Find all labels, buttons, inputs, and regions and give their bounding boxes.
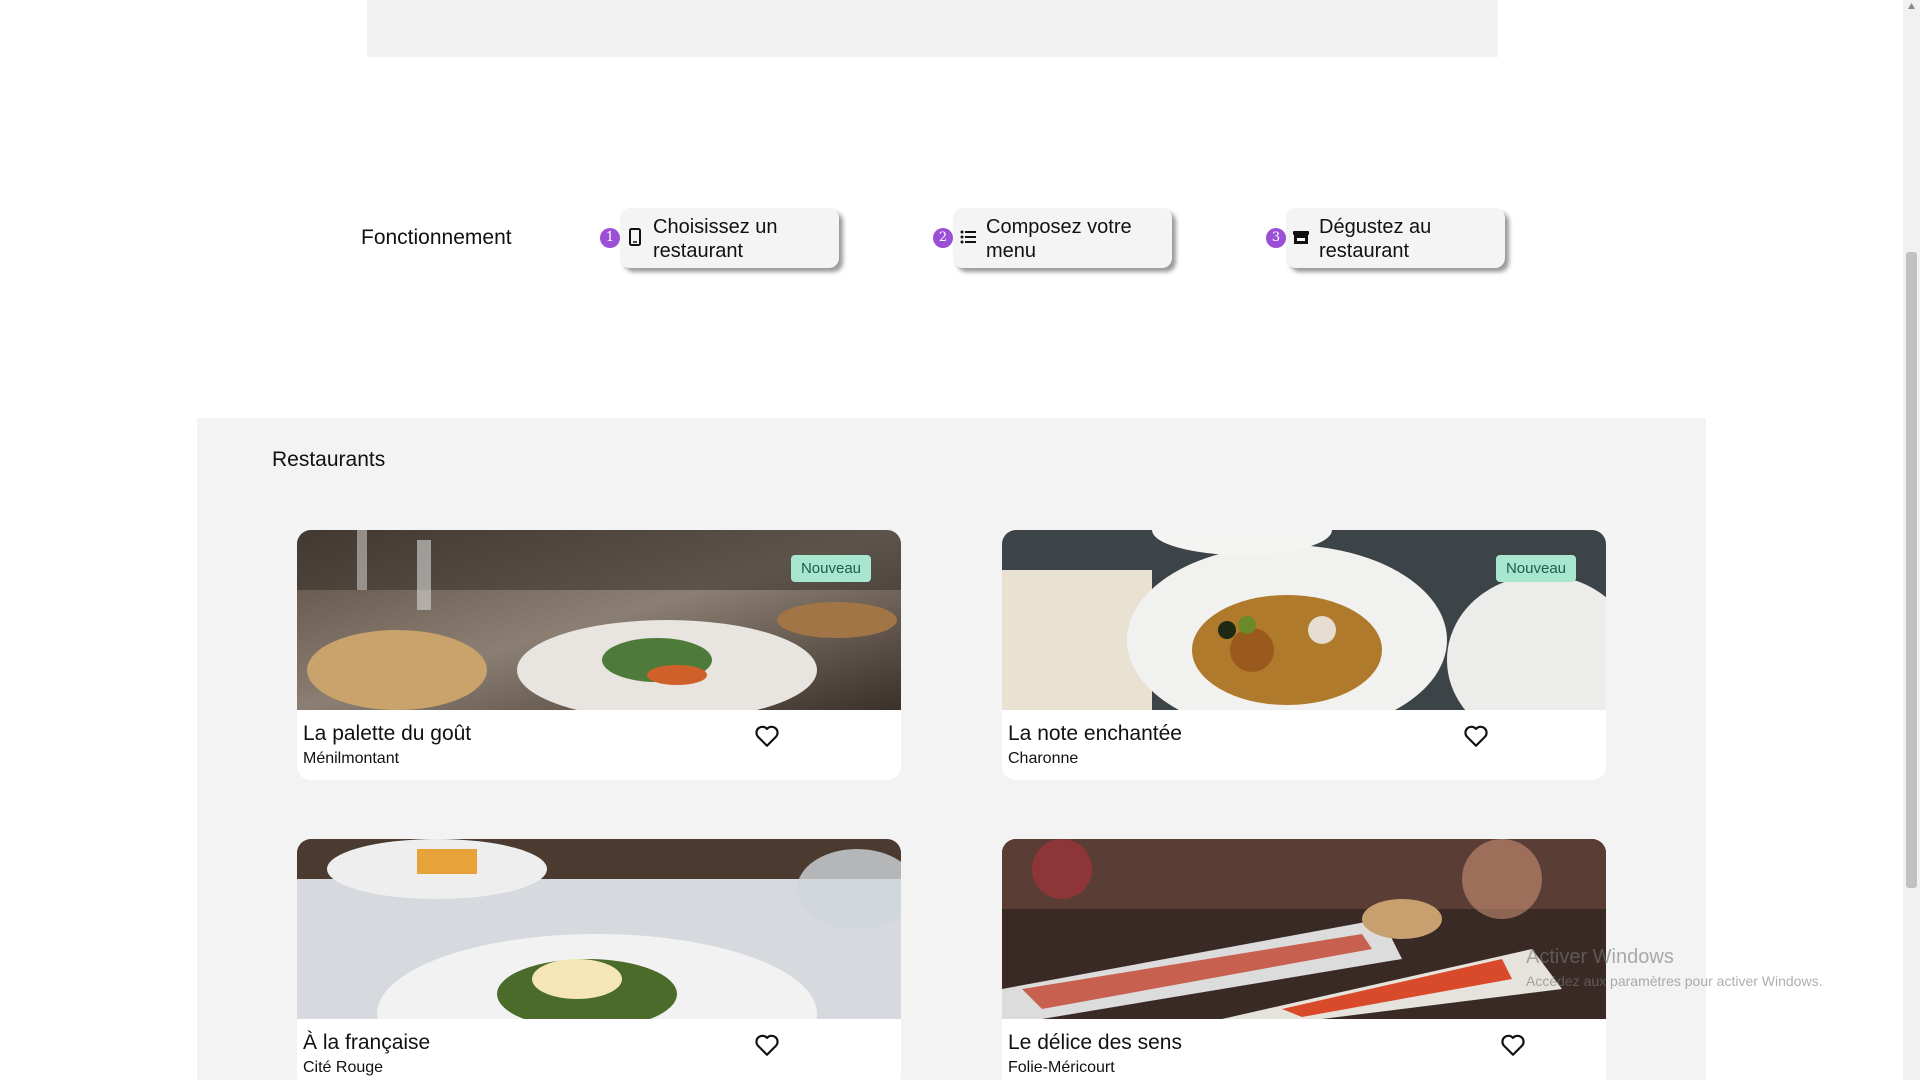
top-panel — [367, 0, 1498, 57]
step-label: Composez votre menu — [986, 216, 1132, 262]
restaurant-photo — [1002, 839, 1606, 1019]
restaurant-card[interactable]: Nouveau La note enchantée Charonne — [1002, 530, 1606, 780]
favorite-heart-icon[interactable] — [754, 724, 780, 748]
step-number-badge: 1 — [600, 228, 620, 248]
restaurant-card[interactable]: À la française Cité Rouge — [297, 839, 901, 1080]
favorite-heart-icon[interactable] — [1463, 724, 1489, 748]
restaurant-name: À la française — [303, 1031, 431, 1054]
step-card: Choisissez un restaurant — [620, 208, 839, 268]
restaurant-card[interactable]: Le délice des sens Folie-Méricourt — [1002, 839, 1606, 1080]
step-card: Composez votre menu — [953, 208, 1172, 268]
step-number-badge: 2 — [933, 228, 953, 248]
restaurant-card[interactable]: Nouveau La palette du goût Ménilmontant — [297, 530, 901, 780]
mobile-phone-icon — [629, 228, 641, 246]
restaurant-location: Ménilmontant — [303, 750, 400, 767]
restaurants-title: Restaurants — [272, 448, 386, 471]
restaurant-location: Charonne — [1008, 750, 1079, 767]
step-card: Dégustez au restaurant — [1286, 208, 1505, 268]
list-icon — [960, 230, 976, 244]
step-label: Dégustez au restaurant — [1319, 216, 1432, 262]
new-badge: Nouveau — [790, 555, 871, 582]
restaurant-photo — [297, 839, 901, 1019]
store-icon — [1293, 231, 1309, 244]
vertical-scrollbar[interactable] — [1903, 0, 1920, 1080]
restaurant-name: La note enchantée — [1008, 722, 1182, 745]
how-it-works-title: Fonctionnement — [361, 226, 512, 249]
watermark-subtitle: Accédez aux paramètres pour activer Wind… — [1526, 973, 1823, 989]
favorite-heart-icon[interactable] — [1500, 1033, 1526, 1057]
favorite-heart-icon[interactable] — [754, 1033, 780, 1057]
restaurant-name: Le délice des sens — [1008, 1031, 1182, 1054]
restaurant-location: Folie-Méricourt — [1008, 1059, 1115, 1076]
step-label: Choisissez un restaurant — [653, 216, 778, 262]
watermark-title: Activer Windows — [1526, 946, 1674, 968]
scrollbar-thumb[interactable] — [1906, 252, 1917, 888]
step-number-badge: 3 — [1266, 228, 1286, 248]
restaurant-name: La palette du goût — [303, 722, 472, 745]
restaurants-section: Restaurants Nouveau La palette du goût M… — [197, 418, 1706, 1080]
scroll-up-arrow-icon[interactable] — [1907, 2, 1916, 11]
restaurant-location: Cité Rouge — [303, 1059, 384, 1076]
windows-activation-watermark: Activer Windows Accédez aux paramètres p… — [1526, 946, 1822, 989]
new-badge: Nouveau — [1495, 555, 1576, 582]
